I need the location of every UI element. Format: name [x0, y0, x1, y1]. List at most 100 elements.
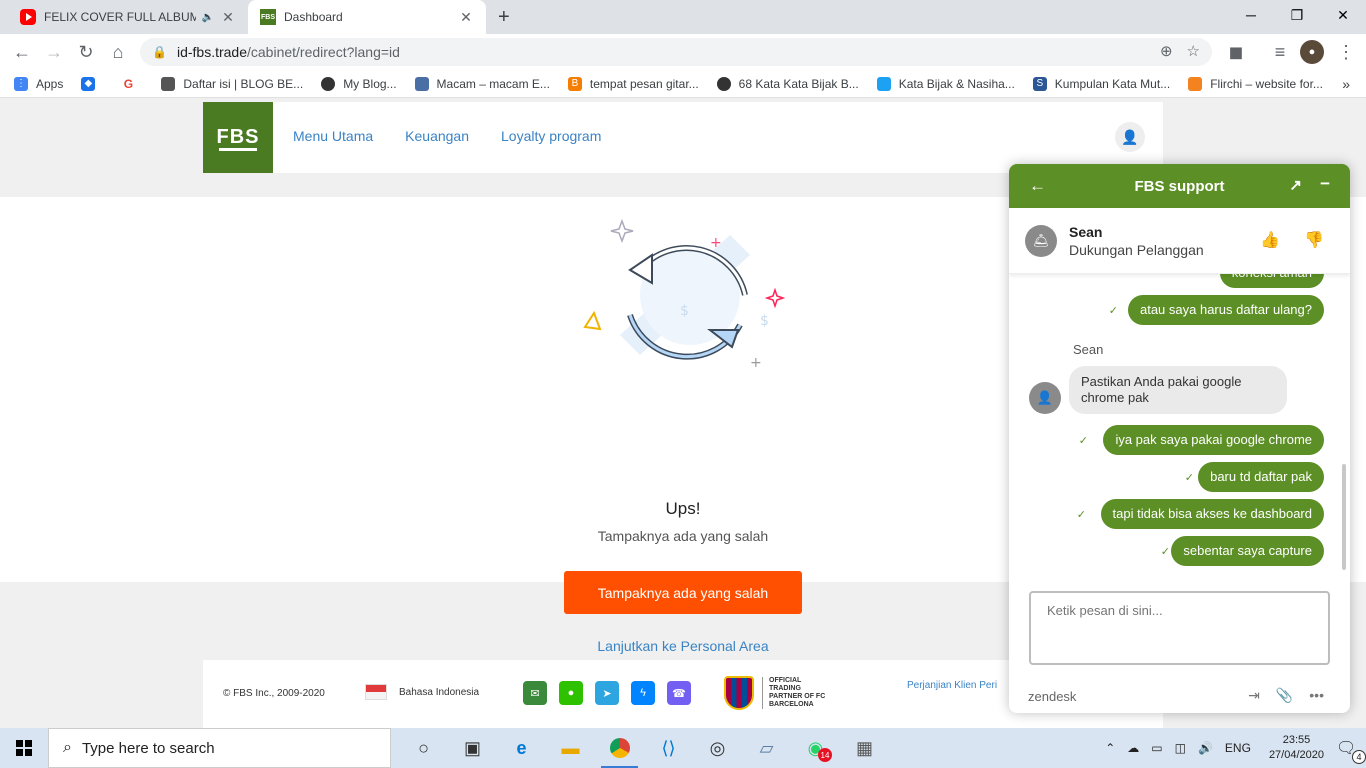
- cloud-icon[interactable]: ☁: [1127, 741, 1139, 755]
- minimize-icon[interactable]: −: [1320, 174, 1330, 194]
- close-tab-icon[interactable]: ✕: [220, 9, 236, 26]
- sent-check-icon: ✓: [1076, 509, 1086, 521]
- nav-menu-utama[interactable]: Menu Utama: [293, 128, 373, 144]
- extension-icon[interactable]: ◼: [1224, 40, 1248, 64]
- copyright-text: © FBS Inc., 2009-2020: [223, 688, 325, 699]
- agent-name: Sean: [1069, 223, 1103, 240]
- chrome-icon[interactable]: [595, 728, 644, 768]
- network-icon[interactable]: ◫: [1175, 741, 1186, 755]
- end-chat-icon[interactable]: ⇥: [1248, 687, 1260, 704]
- taskbar-search[interactable]: ⌕ Type here to search: [48, 728, 391, 768]
- add-icon[interactable]: ⊕: [1160, 42, 1173, 60]
- edge-icon[interactable]: e: [497, 728, 546, 768]
- shield-icon: ◆: [81, 76, 96, 91]
- start-button[interactable]: [0, 728, 48, 768]
- whatsapp-icon[interactable]: ◉ 14: [791, 728, 840, 768]
- chat-scrollbar[interactable]: [1342, 464, 1346, 570]
- app-icon[interactable]: ◎: [693, 728, 742, 768]
- bookmark-item[interactable]: Macam – macam E...: [414, 76, 550, 91]
- language-selector[interactable]: Bahasa Indonesia: [365, 684, 479, 700]
- speaker-icon[interactable]: 🔈: [202, 12, 214, 23]
- chat-message-input[interactable]: [1029, 591, 1330, 665]
- user-icon[interactable]: 👤: [1115, 122, 1145, 152]
- bookmark-google[interactable]: G: [121, 76, 143, 91]
- nav-keuangan[interactable]: Keuangan: [405, 128, 469, 144]
- restore-window-button[interactable]: ❐: [1274, 0, 1320, 30]
- clock[interactable]: 23:55 27/04/2020: [1269, 733, 1324, 763]
- bookmark-item[interactable]: My Blog...: [321, 76, 397, 91]
- window-app-icon[interactable]: ▦: [840, 728, 889, 768]
- messenger-icon[interactable]: ϟ: [631, 681, 655, 705]
- reload-icon[interactable]: ↻: [74, 40, 98, 64]
- zendesk-brand[interactable]: zendesk: [1028, 689, 1076, 704]
- lock-icon[interactable]: 🔒: [152, 45, 167, 59]
- home-icon[interactable]: ⌂: [106, 40, 130, 64]
- vscode-icon[interactable]: ⟨⟩: [644, 728, 693, 768]
- forward-icon[interactable]: →: [42, 40, 66, 64]
- tab-dashboard[interactable]: FBS Dashboard ✕: [248, 0, 486, 34]
- new-tab-button[interactable]: +: [498, 6, 510, 29]
- bookmark-item[interactable]: Daftar isi | BLOG BE...: [161, 76, 303, 91]
- task-view-icon[interactable]: ▣: [448, 728, 497, 768]
- media-control-icon[interactable]: ≡: [1268, 40, 1292, 64]
- profile-avatar[interactable]: ●: [1300, 40, 1324, 64]
- bookmark-star-icon[interactable]: ☆: [1187, 42, 1200, 60]
- notepad-icon[interactable]: ▱: [742, 728, 791, 768]
- url-path: /cabinet/redirect?lang=id: [247, 44, 400, 60]
- sent-check-icon: ✓: [1108, 305, 1118, 317]
- chat-app-icon[interactable]: ✉: [523, 681, 547, 705]
- telegram-icon[interactable]: ➤: [595, 681, 619, 705]
- minimize-window-button[interactable]: ─: [1228, 0, 1274, 30]
- tab-youtube[interactable]: FELIX COVER FULL ALBUM TE 🔈 ✕: [8, 0, 248, 34]
- error-button[interactable]: Tampaknya ada yang salah: [564, 571, 802, 614]
- bookmark-shield[interactable]: ◆: [81, 76, 103, 91]
- search-placeholder: Type here to search: [81, 739, 215, 757]
- close-window-button[interactable]: ✕: [1320, 0, 1366, 30]
- svg-text:$: $: [680, 303, 689, 319]
- wechat-icon[interactable]: ●: [559, 681, 583, 705]
- cortana-icon[interactable]: ○: [399, 728, 448, 768]
- barcelona-partner-badge[interactable]: OFFICIAL TRADING PARTNER OF FC BARCELONA: [724, 676, 832, 710]
- back-arrow-icon[interactable]: ←: [1029, 176, 1046, 196]
- site-icon: [414, 76, 429, 91]
- bookmark-item[interactable]: Btempat pesan gitar...: [567, 76, 699, 91]
- popout-icon[interactable]: ↗: [1289, 176, 1302, 194]
- bookmarks-overflow-button[interactable]: »: [1342, 76, 1350, 92]
- bookmark-item[interactable]: S Kumpulan Kata Mut...: [1032, 76, 1170, 91]
- address-bar[interactable]: 🔒 id-fbs.trade/cabinet/redirect?lang=id …: [140, 38, 1212, 66]
- language-indicator[interactable]: ENG: [1225, 741, 1251, 755]
- search-icon: ⌕: [63, 739, 72, 756]
- chat-message-in: Pastikan Anda pakai google chrome pak: [1069, 366, 1287, 414]
- agent-avatar: 👤: [1029, 382, 1061, 414]
- chat-message-out: koneksi aman: [1219, 274, 1324, 288]
- clock-date: 27/04/2020: [1268, 749, 1324, 761]
- sent-check-icon: ✓: [1184, 472, 1194, 484]
- bookmark-item[interactable]: 68 Kata Kata Bijak B...: [716, 76, 859, 91]
- partner-text: OFFICIAL TRADING PARTNER OF FC BARCELONA: [762, 677, 832, 709]
- footer-links[interactable]: Perjanjian Klien Peri: [907, 680, 997, 691]
- volume-icon[interactable]: 🔊: [1198, 741, 1213, 755]
- notification-badge: 4: [1352, 750, 1366, 764]
- nav-loyalty[interactable]: Loyalty program: [501, 128, 601, 144]
- menu-icon[interactable]: ⋮: [1334, 40, 1358, 64]
- file-explorer-icon[interactable]: ▬: [546, 728, 595, 768]
- system-tray: ⌃ ☁ ▭ ◫ 🔊 ENG 23:55 27/04/2020 🗨 4: [1099, 728, 1366, 768]
- tray-expand-icon[interactable]: ⌃: [1105, 741, 1115, 755]
- attachment-icon[interactable]: 📎: [1276, 687, 1293, 704]
- battery-icon[interactable]: ▭: [1151, 741, 1162, 755]
- close-tab-icon[interactable]: ✕: [458, 9, 474, 26]
- fbs-logo[interactable]: FBS: [203, 102, 273, 173]
- main-nav: Menu Utama Keuangan Loyalty program: [293, 128, 601, 144]
- viber-icon[interactable]: ☎: [667, 681, 691, 705]
- thumbs-up-icon[interactable]: 👍: [1260, 230, 1280, 250]
- bookmark-item[interactable]: Flirchi – website for...: [1188, 76, 1323, 91]
- thumbs-down-icon[interactable]: 👎: [1304, 230, 1324, 250]
- notification-center-icon[interactable]: 🗨 4: [1336, 738, 1366, 764]
- bookmark-item[interactable]: Kata Bijak & Nasiha...: [876, 76, 1015, 91]
- back-icon[interactable]: ←: [10, 40, 34, 64]
- bookmark-apps[interactable]: ⋮ Apps: [14, 76, 63, 91]
- more-options-icon[interactable]: •••: [1309, 687, 1324, 704]
- fc-barcelona-crest-icon: [724, 676, 754, 710]
- agent-avatar: 🛎: [1025, 224, 1057, 257]
- whatsapp-badge: 14: [818, 748, 832, 762]
